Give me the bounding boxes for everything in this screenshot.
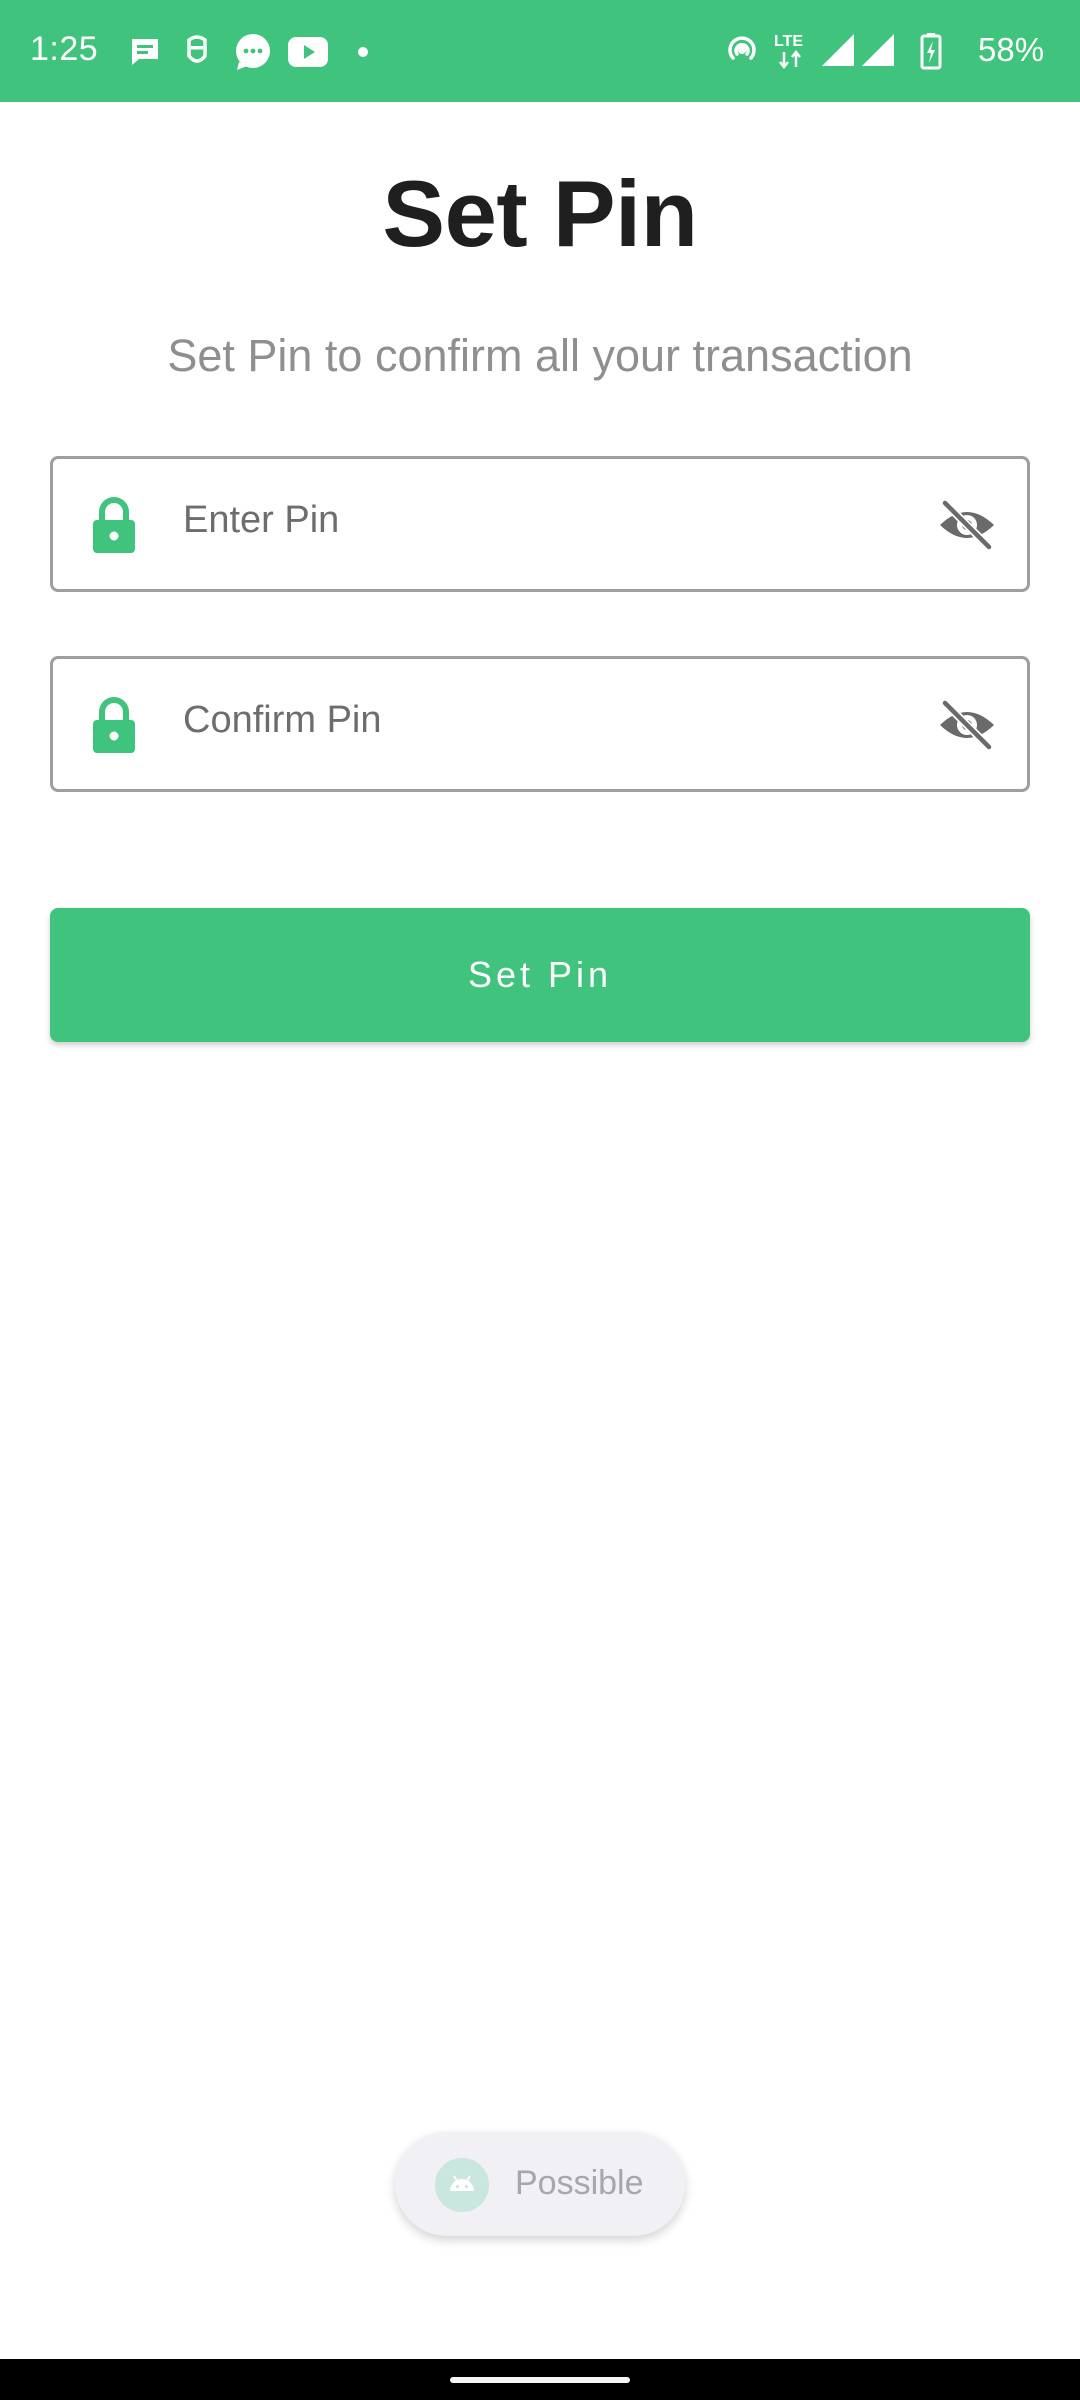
set-pin-button-label: Set Pin	[467, 954, 613, 995]
toast-text: Possible	[515, 2164, 644, 2202]
hotspot-icon	[728, 36, 756, 60]
set-pin-button[interactable]: Set Pin	[50, 908, 1030, 1042]
system-icons: LTE 58%	[660, 0, 1080, 102]
enter-pin-placeholder: Enter Pin	[183, 499, 340, 541]
android-icon	[435, 2158, 489, 2212]
tweaker-icon	[187, 35, 207, 63]
set-pin-screen: 1:25 LTE 58% Set Pin Set Pin to confirm …	[0, 0, 1080, 2400]
home-indicator[interactable]	[450, 2377, 630, 2383]
chat-bubble-icon	[236, 34, 270, 70]
visibility-off-icon[interactable]	[937, 697, 997, 753]
svg-text:LTE: LTE	[774, 33, 803, 50]
messages-icon	[132, 39, 158, 65]
page-title: Set Pin	[382, 161, 698, 266]
lte-icon: LTE	[774, 33, 803, 70]
signal-icon	[862, 34, 894, 66]
navigation-bar	[0, 2359, 1080, 2400]
confirm-pin-placeholder: Confirm Pin	[183, 699, 382, 741]
dot-icon	[358, 47, 368, 57]
status-bar: 1:25 LTE 58%	[0, 0, 1080, 102]
status-time: 1:25	[30, 30, 99, 68]
signal-icon	[822, 34, 854, 66]
battery-percentage: 58%	[978, 31, 1045, 68]
battery-charging-icon	[920, 33, 942, 70]
enter-pin-field[interactable]: Enter Pin	[50, 456, 1030, 592]
page-subtitle: Set Pin to confirm all your transaction	[167, 330, 913, 381]
confirm-pin-field[interactable]: Confirm Pin	[50, 656, 1030, 792]
toast: Possible	[395, 2132, 685, 2236]
lock-icon	[93, 497, 135, 553]
visibility-off-icon[interactable]	[937, 497, 997, 553]
lock-icon	[93, 697, 135, 753]
youtube-icon	[288, 37, 328, 67]
